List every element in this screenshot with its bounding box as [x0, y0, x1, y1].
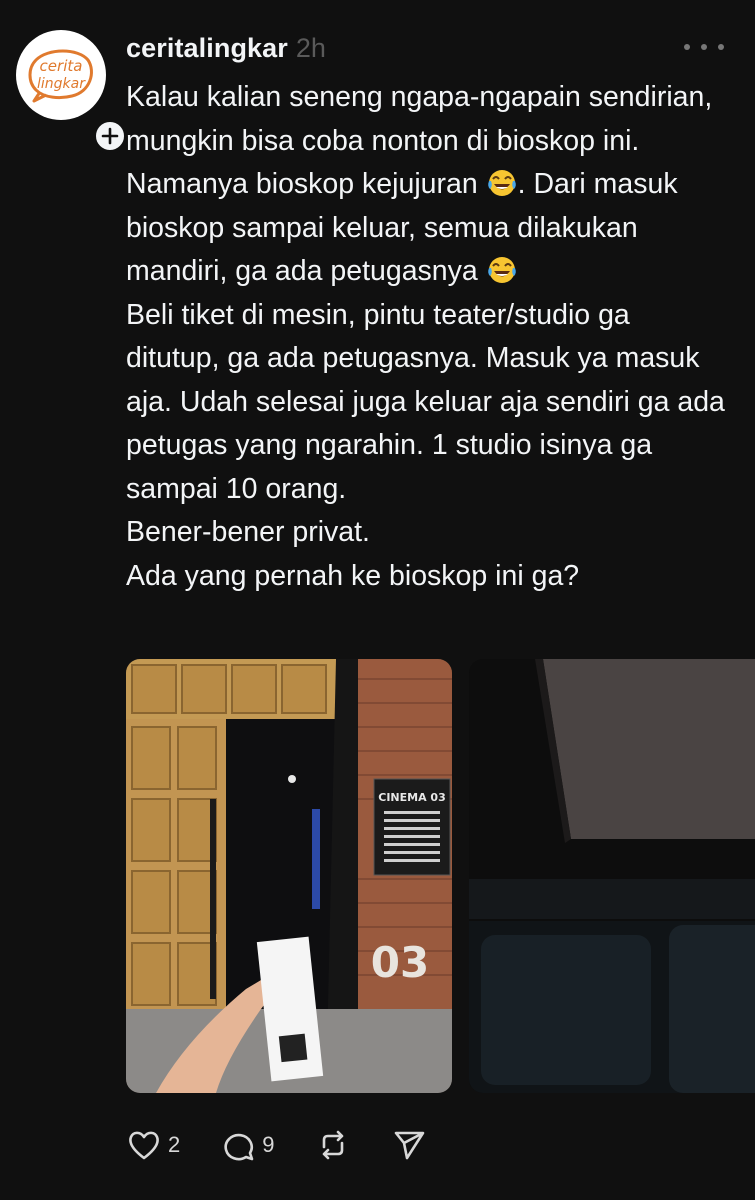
- more-dot-icon: [684, 44, 690, 50]
- avatar-container: cerita lingkar: [16, 30, 128, 154]
- like-button[interactable]: 2: [126, 1127, 180, 1163]
- more-dot-icon: [718, 44, 724, 50]
- post-header: ceritalingkar 2h: [126, 28, 326, 68]
- cinema-theater-photo: [469, 659, 755, 1093]
- timestamp: 2h: [295, 32, 326, 63]
- share-button[interactable]: [391, 1127, 427, 1163]
- face-with-tears-of-joy-icon: [487, 257, 516, 283]
- like-count: 2: [168, 1132, 181, 1157]
- post-paragraph-4: Ada yang pernah ke bioskop ini ga?: [126, 559, 580, 592]
- heart-icon: [129, 1131, 159, 1160]
- cinema-entrance-photo: CINEMA 03 03: [126, 659, 452, 1093]
- logo-text-1: cerita: [40, 57, 83, 75]
- post-paragraph-1: Kalau kalian seneng ngapa-ngapain sendir…: [126, 76, 726, 294]
- plus-icon: [101, 127, 119, 145]
- repost-icon: [322, 1130, 343, 1160]
- more-options-button[interactable]: [684, 36, 724, 58]
- post-paragraph-2: Beli tiket di mesin, pintu teater/studio…: [126, 298, 725, 505]
- comment-icon: [224, 1133, 254, 1161]
- thread-post: cerita lingkar ceritalingkar 2h Kalau ka…: [0, 0, 755, 1200]
- reply-count: 9: [262, 1132, 275, 1157]
- avatar[interactable]: cerita lingkar: [16, 30, 106, 120]
- cinema-sign-title: CINEMA 03: [378, 791, 445, 804]
- media-carousel[interactable]: CINEMA 03 03: [126, 659, 755, 1093]
- logo-text-2: lingkar: [37, 76, 86, 92]
- ceritalingkar-logo: cerita lingkar: [28, 49, 93, 103]
- username[interactable]: ceritalingkar: [126, 33, 288, 64]
- post-text: Kalau kalian seneng ngapa-ngapain sendir…: [126, 76, 726, 598]
- reply-button[interactable]: 9: [220, 1127, 275, 1163]
- send-icon: [394, 1131, 424, 1160]
- repost-button[interactable]: [315, 1127, 351, 1163]
- post-image-cinema-entrance[interactable]: CINEMA 03 03: [126, 659, 452, 1093]
- post-actions: 2 9: [126, 1120, 467, 1170]
- wall-number: 03: [371, 938, 429, 987]
- post-image-cinema-theater[interactable]: [469, 659, 755, 1093]
- more-dot-icon: [701, 44, 707, 50]
- follow-button[interactable]: [92, 118, 128, 154]
- face-with-tears-of-joy-icon: [487, 170, 516, 196]
- post-paragraph-3: Bener-bener privat.: [126, 516, 370, 548]
